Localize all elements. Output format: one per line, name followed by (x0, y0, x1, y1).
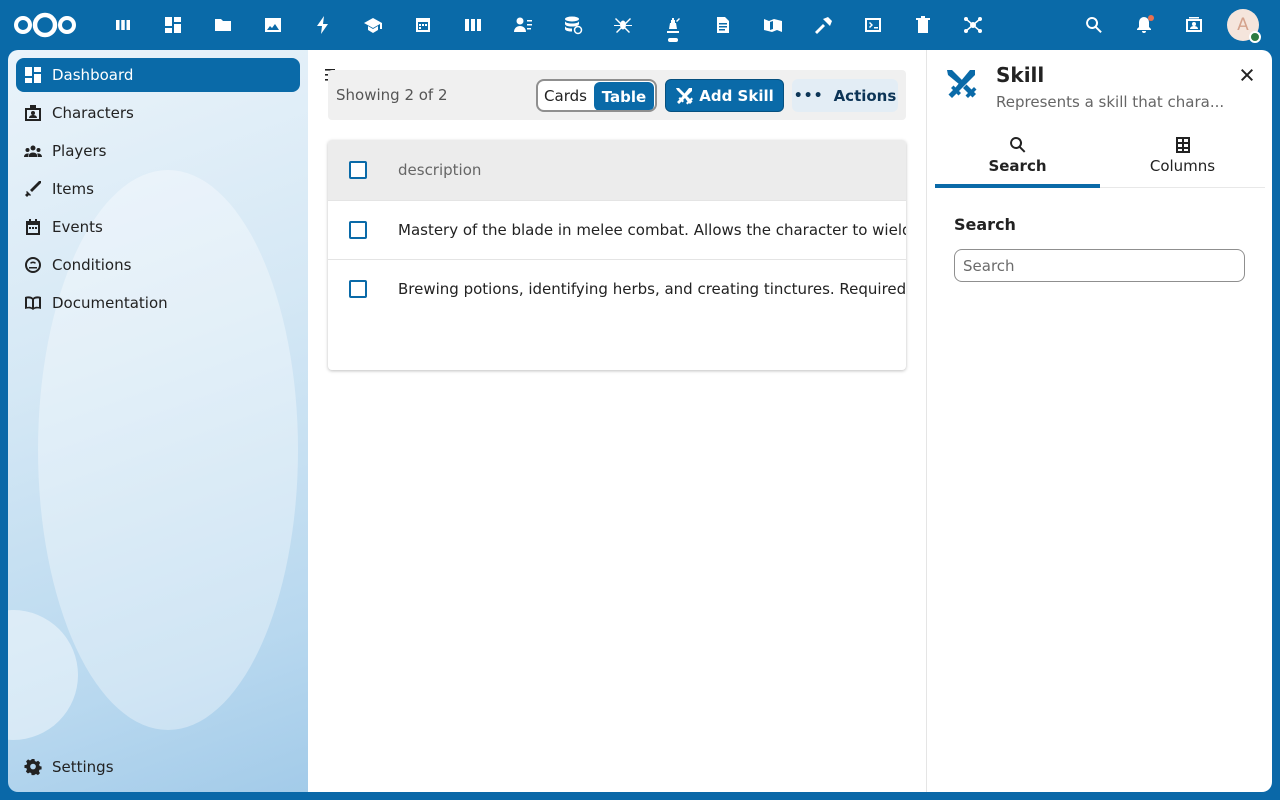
nav-item-label: Dashboard (52, 66, 134, 84)
online-status-badge (1249, 31, 1261, 43)
sidebar-tabs: Search Columns (935, 130, 1265, 188)
notifications-bell-icon[interactable] (1119, 0, 1169, 50)
search-icon[interactable] (1069, 0, 1119, 50)
actions-label: Actions (833, 86, 897, 105)
actions-button[interactable]: ••• Actions (792, 79, 898, 112)
app-activity-icon[interactable] (298, 0, 348, 50)
result-count: Showing 2 of 2 (336, 86, 448, 104)
columns-icon (1175, 137, 1190, 153)
nav-item-label: Settings (52, 758, 114, 776)
row-checkbox[interactable] (349, 280, 367, 298)
close-sidebar-button[interactable] (1236, 64, 1258, 86)
sidebar-title: Skill (996, 63, 1045, 87)
app-navigation: Dashboard Characters Players Items Event… (8, 50, 308, 792)
nav-settings: Settings (16, 750, 300, 784)
sidebar-search-input[interactable] (954, 249, 1245, 282)
add-skill-label: Add Skill (699, 86, 774, 105)
nextcloud-logo[interactable] (13, 12, 77, 38)
nav-item-conditions[interactable]: Conditions (16, 248, 300, 282)
app-network-icon[interactable] (948, 0, 998, 50)
gear-icon (24, 758, 42, 776)
view-switch: Cards Table (536, 79, 657, 112)
nav-item-label: Events (52, 218, 103, 236)
select-all-checkbox[interactable] (349, 161, 367, 179)
nav-item-label: Documentation (52, 294, 168, 312)
search-icon (1009, 137, 1025, 153)
sword-icon (24, 180, 42, 198)
user-avatar[interactable]: A (1227, 9, 1261, 43)
condition-icon (24, 256, 42, 274)
tab-label: Search (988, 157, 1047, 175)
nav-item-settings[interactable]: Settings (16, 750, 300, 784)
book-icon (24, 294, 42, 312)
app-document-icon[interactable] (698, 0, 748, 50)
add-skill-button[interactable]: Add Skill (665, 79, 784, 112)
calendar-icon (24, 218, 42, 236)
crossed-swords-icon (676, 87, 694, 104)
nav-item-label: Characters (52, 104, 134, 122)
nav-item-characters[interactable]: Characters (16, 96, 300, 130)
search-section-label: Search (954, 215, 1016, 234)
app-trash-icon[interactable] (898, 0, 948, 50)
app-map-icon[interactable] (748, 0, 798, 50)
app-deck-icon[interactable] (98, 0, 148, 50)
nav-item-documentation[interactable]: Documentation (16, 286, 300, 320)
close-icon (1241, 69, 1253, 81)
app-menu (98, 0, 998, 50)
top-bar: A (0, 0, 1280, 50)
dashboard-icon (24, 66, 42, 84)
sidebar-subtitle: Represents a skill that chara... (996, 93, 1225, 111)
app-dashboard-icon[interactable] (148, 0, 198, 50)
app-learn-icon[interactable] (348, 0, 398, 50)
description-cell: Mastery of the blade in melee combat. Al… (398, 221, 906, 239)
nav-item-events[interactable]: Events (16, 210, 300, 244)
contacts-menu-icon[interactable] (1169, 0, 1219, 50)
tab-columns[interactable]: Columns (1100, 130, 1265, 187)
tab-search[interactable]: Search (935, 130, 1100, 188)
app-code-icon[interactable] (848, 0, 898, 50)
app-hammer-icon[interactable] (798, 0, 848, 50)
app-database-icon[interactable] (548, 0, 598, 50)
description-cell: Brewing potions, identifying herbs, and … (398, 280, 906, 298)
badge-icon (24, 104, 42, 122)
notification-dot (1148, 15, 1154, 21)
cards-view-button[interactable]: Cards (538, 81, 593, 110)
nav-item-label: Players (52, 142, 107, 160)
more-dots-icon: ••• (793, 87, 824, 104)
column-header-description[interactable]: description (388, 161, 481, 179)
app-files-icon[interactable] (198, 0, 248, 50)
nav-item-players[interactable]: Players (16, 134, 300, 168)
row-checkbox[interactable] (349, 221, 367, 239)
app-columns-icon[interactable] (448, 0, 498, 50)
toolbar: Showing 2 of 2 Cards Table Add Skill •••… (328, 70, 906, 120)
nav-item-items[interactable]: Items (16, 172, 300, 206)
app-photos-icon[interactable] (248, 0, 298, 50)
details-sidebar: Skill Represents a skill that chara... S… (926, 50, 1272, 792)
table-view-button[interactable]: Table (594, 82, 654, 110)
tab-label: Columns (1149, 157, 1216, 175)
main-content: Showing 2 of 2 Cards Table Add Skill •••… (308, 50, 926, 792)
app-game-icon[interactable] (648, 0, 698, 50)
app-contacts-icon[interactable] (498, 0, 548, 50)
skills-table: description Mastery of the blade in mele… (328, 140, 906, 370)
table-row[interactable]: Brewing potions, identifying herbs, and … (328, 259, 906, 318)
group-icon (24, 142, 42, 160)
nav-item-label: Conditions (52, 256, 132, 274)
nav-item-label: Items (52, 180, 94, 198)
skill-crossed-swords-icon (945, 68, 977, 100)
top-right-actions: A (1069, 0, 1280, 50)
app-spider-icon[interactable] (598, 0, 648, 50)
table-header: description (328, 140, 906, 200)
nav-list: Dashboard Characters Players Items Event… (16, 58, 300, 324)
app-calendar-icon[interactable] (398, 0, 448, 50)
table-row[interactable]: Mastery of the blade in melee combat. Al… (328, 200, 906, 259)
nav-item-dashboard[interactable]: Dashboard (16, 58, 300, 92)
avatar-letter: A (1237, 15, 1249, 35)
